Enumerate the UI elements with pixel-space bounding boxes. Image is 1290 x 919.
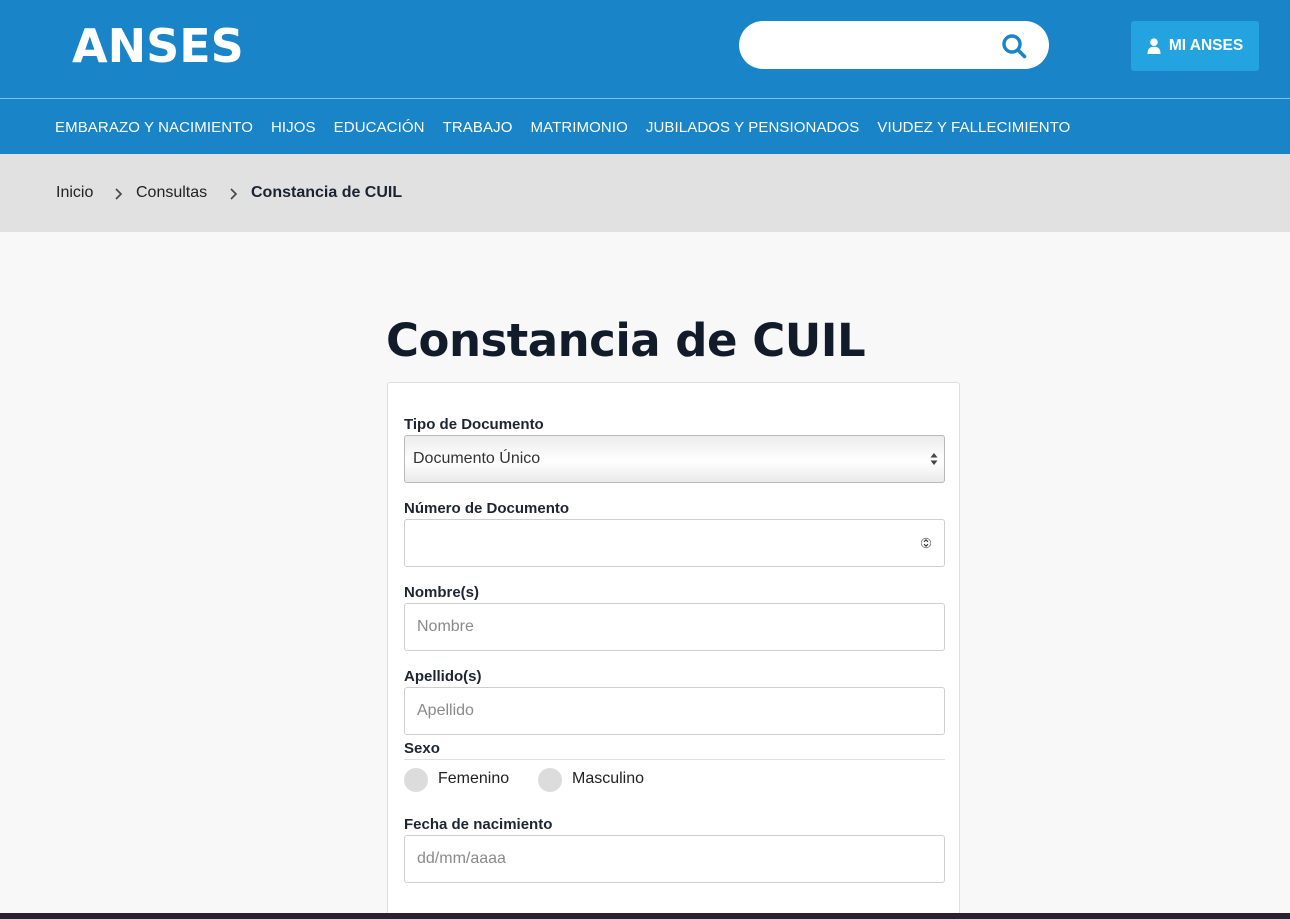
main-nav: EMBARAZO Y NACIMIENTO HIJOS EDUCACIÓN TR… <box>0 98 1290 154</box>
numero-documento-input[interactable] <box>404 519 945 567</box>
tipo-documento-value: Documento Único <box>413 450 541 467</box>
numero-documento-wrapper <box>388 519 961 567</box>
search-input[interactable] <box>761 21 1001 69</box>
nav-item-educacion[interactable]: EDUCACIÓN <box>334 119 425 136</box>
tipo-documento-label: Tipo de Documento <box>404 416 544 433</box>
user-icon <box>1147 38 1161 54</box>
numero-documento-label: Número de Documento <box>404 500 570 517</box>
bottom-edge-bar <box>0 913 1290 919</box>
chevron-right-icon <box>115 188 123 200</box>
breadcrumb: Inicio Consultas Constancia de CUIL <box>0 154 1290 232</box>
page-title: Constancia de CUIL <box>386 314 866 367</box>
breadcrumb-consultas[interactable]: Consultas <box>136 184 207 202</box>
fecha-nacimiento-input[interactable] <box>404 835 945 883</box>
breadcrumb-inicio[interactable]: Inicio <box>56 184 93 202</box>
fecha-nacimiento-label: Fecha de nacimiento <box>404 816 553 833</box>
nombres-label: Nombre(s) <box>404 584 480 601</box>
tipo-documento-select[interactable]: Documento Único <box>404 435 945 483</box>
breadcrumb-current: Constancia de CUIL <box>251 184 403 201</box>
nav-item-hijos[interactable]: HIJOS <box>271 119 316 136</box>
radio-masculino-label[interactable]: Masculino <box>572 770 644 788</box>
number-stepper-icon[interactable] <box>921 535 931 551</box>
nav-item-embarazo[interactable]: EMBARAZO Y NACIMIENTO <box>55 119 253 136</box>
search-icon[interactable] <box>1001 33 1027 59</box>
mi-anses-label: MI ANSES <box>1168 37 1244 54</box>
apellidos-input[interactable] <box>404 687 945 735</box>
top-header: ANSES MI ANSES <box>0 0 1290 98</box>
sexo-label: Sexo <box>404 740 440 757</box>
nav-item-viudez[interactable]: VIUDEZ Y FALLECIMIENTO <box>877 119 1070 136</box>
nav-item-trabajo[interactable]: TRABAJO <box>443 119 513 136</box>
select-arrows-icon <box>930 453 938 465</box>
nav-item-matrimonio[interactable]: MATRIMONIO <box>530 119 627 136</box>
nombres-input[interactable] <box>404 603 945 651</box>
radio-femenino-label[interactable]: Femenino <box>438 770 509 788</box>
sexo-divider <box>404 759 945 760</box>
cuil-form: Tipo de Documento Documento Único Número… <box>387 382 960 919</box>
anses-logo[interactable]: ANSES <box>72 18 244 74</box>
radio-femenino[interactable] <box>404 768 428 792</box>
mi-anses-button[interactable]: MI ANSES <box>1131 21 1259 71</box>
radio-masculino[interactable] <box>538 768 562 792</box>
nav-item-jubilados[interactable]: JUBILADOS Y PENSIONADOS <box>646 119 859 136</box>
apellidos-label: Apellido(s) <box>404 668 482 685</box>
search-box[interactable] <box>739 21 1049 69</box>
chevron-right-icon <box>230 188 238 200</box>
